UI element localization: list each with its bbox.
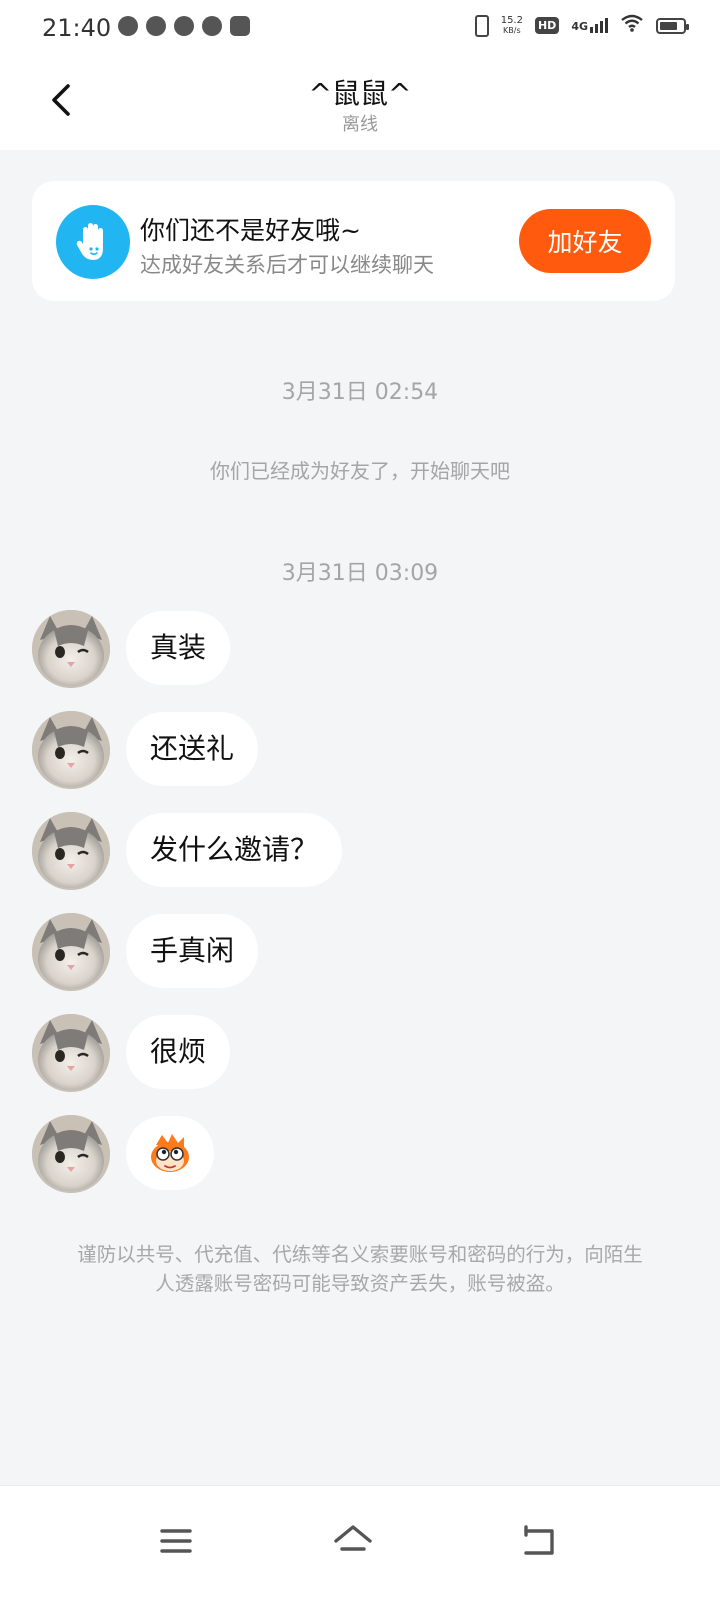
timestamp: 3月31日 03:09	[281, 561, 439, 586]
message-row: 还送礼	[32, 711, 259, 791]
status-bar: 21:40 15.2 KB/s HD 4G	[0, 0, 720, 56]
avatar[interactable]	[32, 610, 110, 688]
system-message: 你们已经成为好友了，开始聊天吧	[210, 459, 510, 483]
speed-unit: KB/s	[503, 25, 521, 35]
taobao-icon	[146, 16, 166, 36]
wifi-icon	[620, 14, 644, 37]
message-bubble[interactable]: 发什么邀请？	[126, 813, 343, 887]
message-bubble[interactable]: 还送礼	[126, 712, 259, 786]
wechat-icon	[118, 16, 138, 36]
message-bubble[interactable]: 很烦	[126, 1015, 231, 1089]
speed-value: 15.2	[500, 14, 523, 26]
avatar[interactable]	[32, 1014, 110, 1092]
hd-badge: HD	[534, 17, 560, 34]
network-speed: 15.2 KB/s	[500, 14, 523, 36]
add-friend-card: 你们还不是好友哦~ 达成好友关系后才可以继续聊天 加好友	[32, 181, 675, 301]
message-bubble[interactable]: 手真闲	[126, 914, 259, 988]
security-warning: 谨防以共号、代充值、代练等名义索要账号和密码的行为，向陌生人透露账号密码可能导致…	[77, 1243, 643, 1295]
battery-icon	[656, 17, 689, 34]
contact-name: ^鼠鼠^	[308, 77, 412, 110]
cloud-icon	[202, 16, 222, 36]
avatar[interactable]	[32, 1115, 110, 1193]
back-icon	[524, 1525, 554, 1555]
signal-bars-icon	[590, 18, 608, 33]
hand-wave-icon	[56, 205, 130, 279]
notification-icons	[118, 16, 250, 36]
timestamp: 3月31日 02:54	[281, 380, 439, 405]
chat-header: ^鼠鼠^ 离线	[0, 56, 720, 150]
message-row: 手真闲	[32, 913, 259, 993]
chat-bubble-icon	[174, 16, 194, 36]
message-row	[32, 1115, 214, 1195]
message-row: 发什么邀请？	[32, 812, 343, 892]
avatar[interactable]	[32, 913, 110, 991]
home-icon	[334, 1525, 372, 1551]
avatar[interactable]	[32, 711, 110, 789]
message-row: 真装	[32, 610, 231, 690]
message-bubble[interactable]: 真装	[126, 611, 231, 685]
vibrate-icon	[474, 14, 489, 37]
message-row: 很烦	[32, 1014, 231, 1094]
status-right: 15.2 KB/s HD 4G	[474, 14, 689, 37]
friend-card-title: 你们还不是好友哦~	[140, 216, 361, 245]
sticker-bubble[interactable]	[126, 1116, 214, 1190]
add-friend-button[interactable]: 加好友	[519, 209, 651, 273]
cellular-signal: 4G	[571, 18, 608, 33]
contact-status: 离线	[342, 114, 378, 135]
cartoon-face-sticker	[151, 1134, 189, 1172]
avatar[interactable]	[32, 812, 110, 890]
menu-button[interactable]	[146, 1511, 206, 1571]
bag-icon	[230, 16, 250, 36]
back-nav-button[interactable]	[508, 1511, 568, 1571]
friend-card-subtitle: 达成好友关系后才可以继续聊天	[140, 253, 434, 277]
network-type: 4G	[571, 20, 588, 33]
system-nav-bar	[0, 1485, 720, 1600]
home-button[interactable]	[323, 1511, 383, 1571]
status-time: 21:40	[42, 14, 112, 42]
menu-icon	[160, 1529, 192, 1553]
